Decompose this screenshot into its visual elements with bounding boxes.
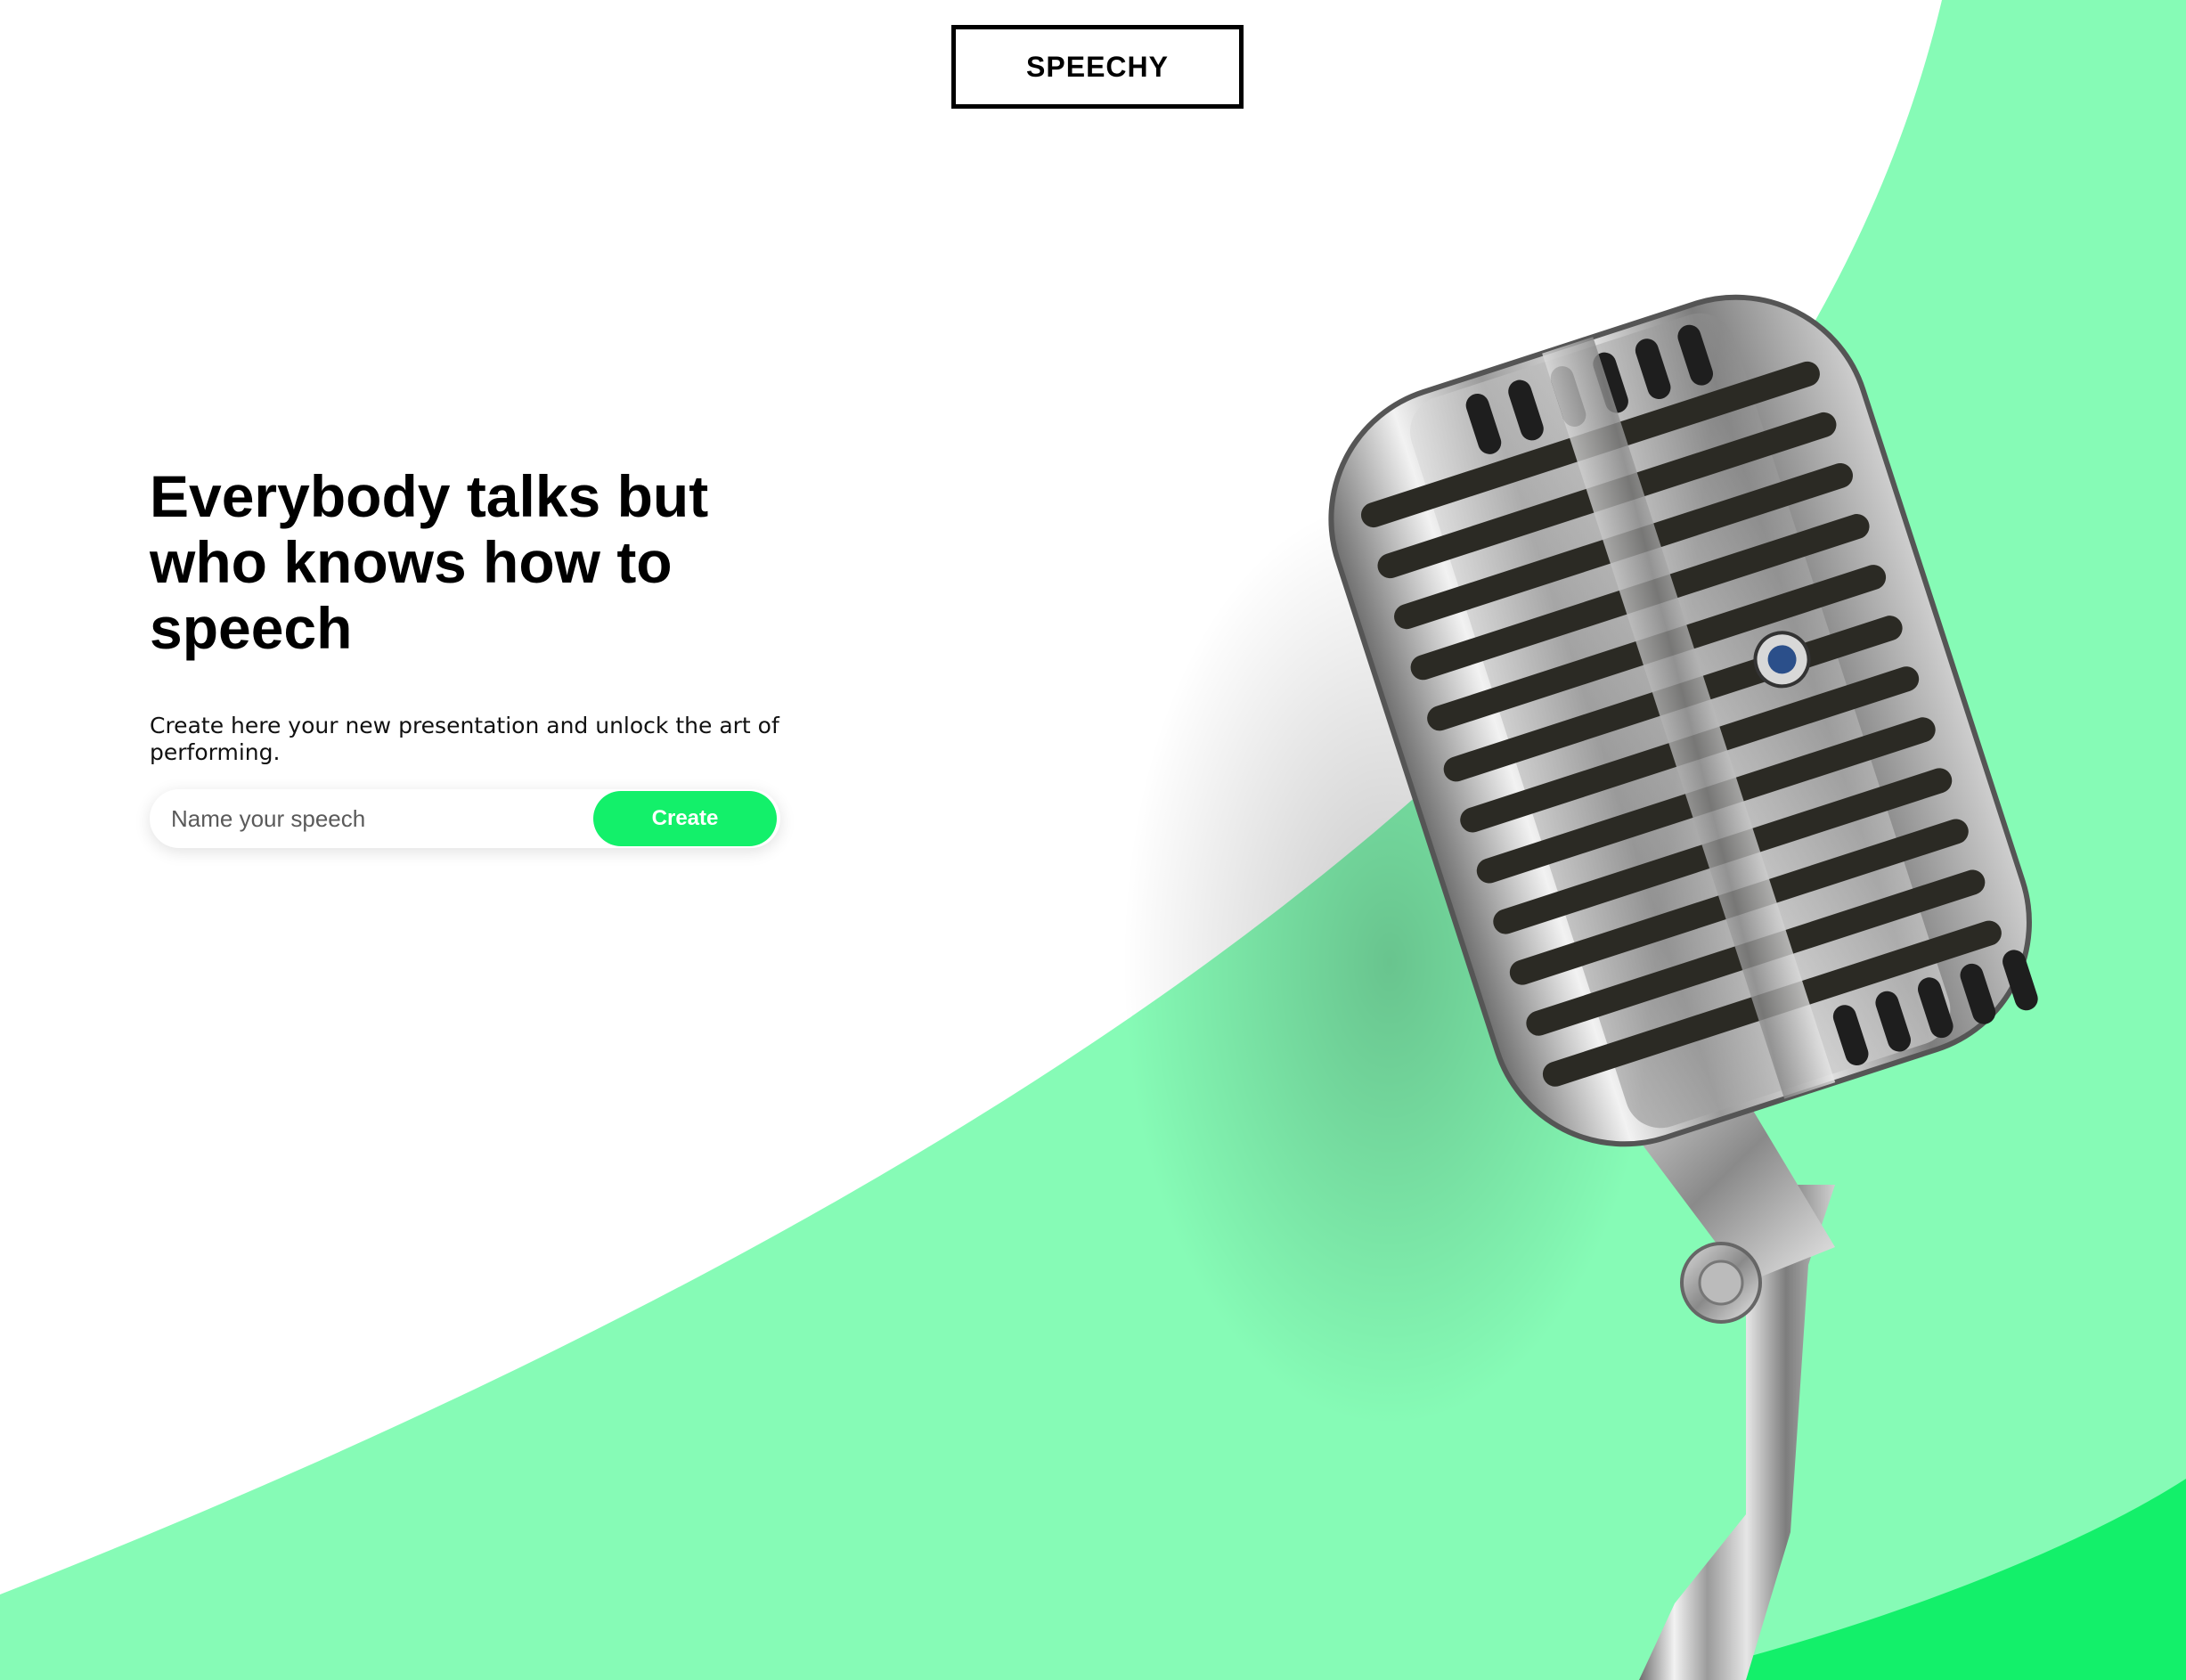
- create-speech-form: Create: [150, 789, 780, 848]
- hero-headline: Everybody talks but who knows how to spe…: [150, 463, 709, 661]
- speechy-logo[interactable]: SPEECHY: [951, 25, 1244, 109]
- hero-subtext: Create here your new presentation and un…: [150, 713, 779, 765]
- landing-page: SPEECHY Everybody talks but who knows ho…: [0, 0, 2186, 1680]
- create-button[interactable]: Create: [593, 791, 777, 846]
- hero-section: Everybody talks but who knows how to spe…: [150, 463, 809, 766]
- speech-name-input[interactable]: [150, 791, 591, 846]
